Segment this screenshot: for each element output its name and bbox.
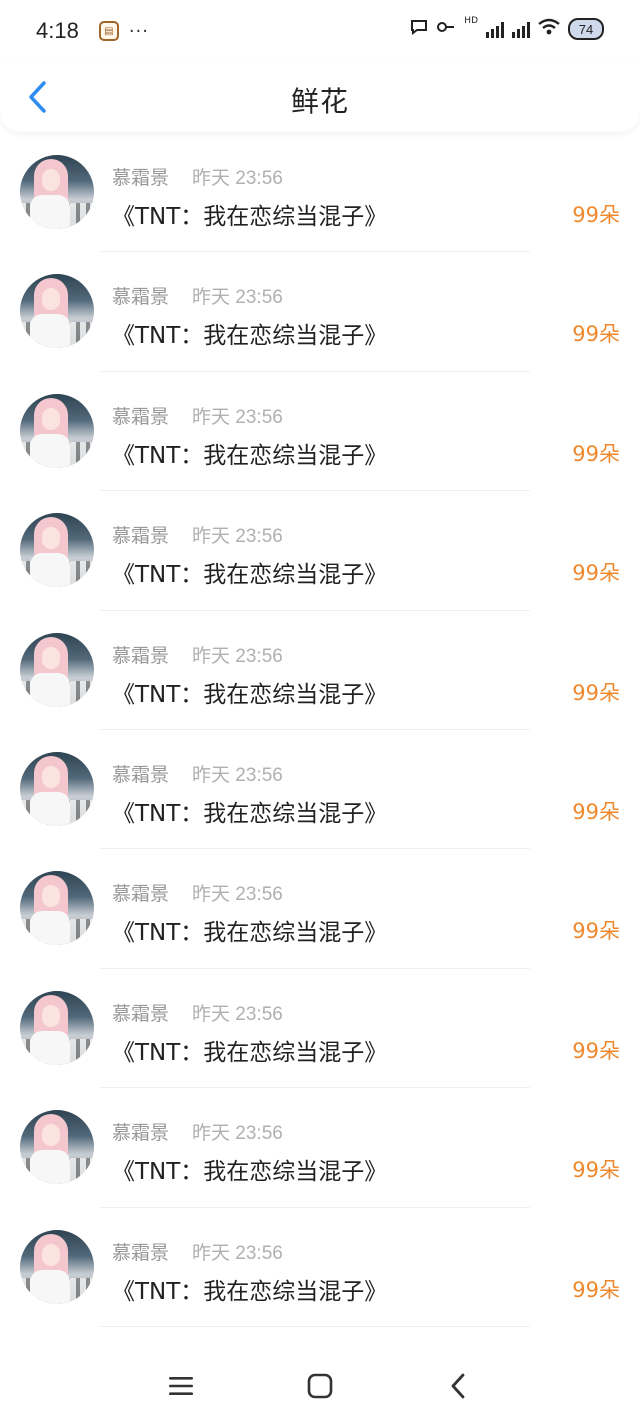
list-item[interactable]: 慕霜景 昨天 23:56 《TNT：我在恋综当混子》 99朵 (0, 969, 640, 1089)
system-navigation-bar (0, 1352, 640, 1422)
list-item[interactable]: 慕霜景 昨天 23:56 《TNT：我在恋综当混子》 99朵 (0, 372, 640, 492)
signal-2-icon (512, 20, 530, 38)
list-item[interactable]: 慕霜景 昨天 23:56 《TNT：我在恋综当混子》 99朵 (0, 849, 640, 969)
key-icon (436, 19, 456, 39)
list-item[interactable]: 慕霜景 昨天 23:56 《TNT：我在恋综当混子》 99朵 (0, 252, 640, 372)
timestamp: 昨天 23:56 (192, 406, 283, 428)
list-item[interactable]: 慕霜景 昨天 23:56 《TNT：我在恋综当混子》 99朵 (0, 133, 640, 253)
status-icons: HD 74 (410, 16, 604, 40)
list-item[interactable]: 慕霜景 昨天 23:56 《TNT：我在恋综当混子》 99朵 (0, 611, 640, 730)
timestamp: 昨天 23:56 (192, 287, 283, 309)
username[interactable]: 慕霜景 (112, 163, 169, 190)
username[interactable]: 慕霜景 (112, 879, 169, 906)
list-item[interactable]: 慕霜景 昨天 23:56 《TNT：我在恋综当混子》 99朵 (0, 1208, 640, 1327)
flower-count: 99朵 (572, 919, 620, 944)
top-nav-bar: 鲜花 (0, 62, 640, 132)
username[interactable]: 慕霜景 (112, 521, 169, 548)
status-bar: 4:18 ▤ ··· HD 74 (0, 0, 640, 62)
timestamp: 昨天 23:56 (192, 1123, 283, 1145)
flower-count: 99朵 (572, 441, 620, 466)
list-item[interactable]: 慕霜景 昨天 23:56 《TNT：我在恋综当混子》 99朵 (0, 491, 640, 611)
flower-count: 99朵 (572, 322, 620, 347)
flower-count: 99朵 (572, 561, 620, 586)
menu-icon (169, 1377, 193, 1395)
book-title[interactable]: 《TNT：我在恋综当混子》 (112, 197, 387, 231)
menu-button[interactable] (161, 1366, 201, 1406)
username[interactable]: 慕霜景 (112, 1238, 169, 1265)
avatar[interactable] (20, 751, 94, 826)
more-notifications: ··· (128, 20, 149, 42)
timestamp: 昨天 23:56 (192, 526, 283, 548)
home-square-icon (307, 1373, 333, 1399)
system-back-button[interactable] (438, 1366, 478, 1406)
divider (100, 1325, 530, 1327)
timestamp: 昨天 23:56 (192, 168, 283, 189)
avatar[interactable] (20, 632, 94, 707)
flower-count: 99朵 (572, 1158, 620, 1183)
timestamp: 昨天 23:56 (192, 1242, 283, 1264)
system-back-icon (451, 1373, 465, 1399)
page-title: 鲜花 (290, 85, 349, 118)
list-item[interactable]: 慕霜景 昨天 23:56 《TNT：我在恋综当混子》 99朵 (0, 730, 640, 850)
avatar[interactable] (20, 1229, 94, 1304)
avatar[interactable] (20, 155, 94, 229)
list-item[interactable]: 慕霜景 昨天 23:56 《TNT：我在恋综当混子》 99朵 (0, 1088, 640, 1208)
book-title[interactable]: 《TNT：我在恋综当混子》 (112, 794, 387, 828)
battery-icon: 74 (568, 18, 604, 40)
hd-label: HD (464, 16, 478, 26)
flower-count: 99朵 (572, 203, 620, 227)
flower-count: 99朵 (572, 680, 620, 705)
username[interactable]: 慕霜景 (112, 402, 169, 429)
flower-count: 99朵 (572, 1038, 620, 1063)
status-time: 4:18 (36, 18, 79, 43)
flower-list: 慕霜景 昨天 23:56 《TNT：我在恋综当混子》 99朵 慕霜景 昨天 23… (0, 133, 640, 1327)
avatar[interactable] (20, 513, 94, 588)
username[interactable]: 慕霜景 (112, 1118, 169, 1145)
username[interactable]: 慕霜景 (112, 760, 169, 787)
flower-count: 99朵 (572, 799, 620, 824)
timestamp: 昨天 23:56 (192, 645, 283, 667)
home-button[interactable] (300, 1366, 340, 1406)
book-title[interactable]: 《TNT：我在恋综当混子》 (112, 913, 387, 947)
book-title[interactable]: 《TNT：我在恋综当混子》 (112, 436, 387, 470)
book-title[interactable]: 《TNT：我在恋综当混子》 (112, 1033, 387, 1067)
username[interactable]: 慕霜景 (112, 999, 169, 1026)
notification-icon: ▤ (98, 21, 119, 41)
chat-icon (410, 19, 428, 39)
username[interactable]: 慕霜景 (112, 641, 169, 668)
book-title[interactable]: 《TNT：我在恋综当混子》 (112, 675, 387, 709)
book-title[interactable]: 《TNT：我在恋综当混子》 (112, 555, 387, 589)
avatar[interactable] (20, 1110, 94, 1185)
timestamp: 昨天 23:56 (192, 764, 283, 786)
book-title[interactable]: 《TNT：我在恋综当混子》 (112, 1152, 387, 1186)
flower-count: 99朵 (572, 1277, 620, 1302)
wifi-icon (538, 18, 560, 40)
avatar[interactable] (20, 274, 94, 349)
avatar[interactable] (20, 871, 94, 946)
signal-1-icon (486, 20, 504, 38)
avatar[interactable] (20, 990, 94, 1065)
timestamp: 昨天 23:56 (192, 1003, 283, 1025)
book-title[interactable]: 《TNT：我在恋综当混子》 (112, 1272, 387, 1306)
avatar[interactable] (20, 393, 94, 468)
timestamp: 昨天 23:56 (192, 884, 283, 906)
username[interactable]: 慕霜景 (112, 282, 169, 309)
book-title[interactable]: 《TNT：我在恋综当混子》 (112, 316, 387, 350)
